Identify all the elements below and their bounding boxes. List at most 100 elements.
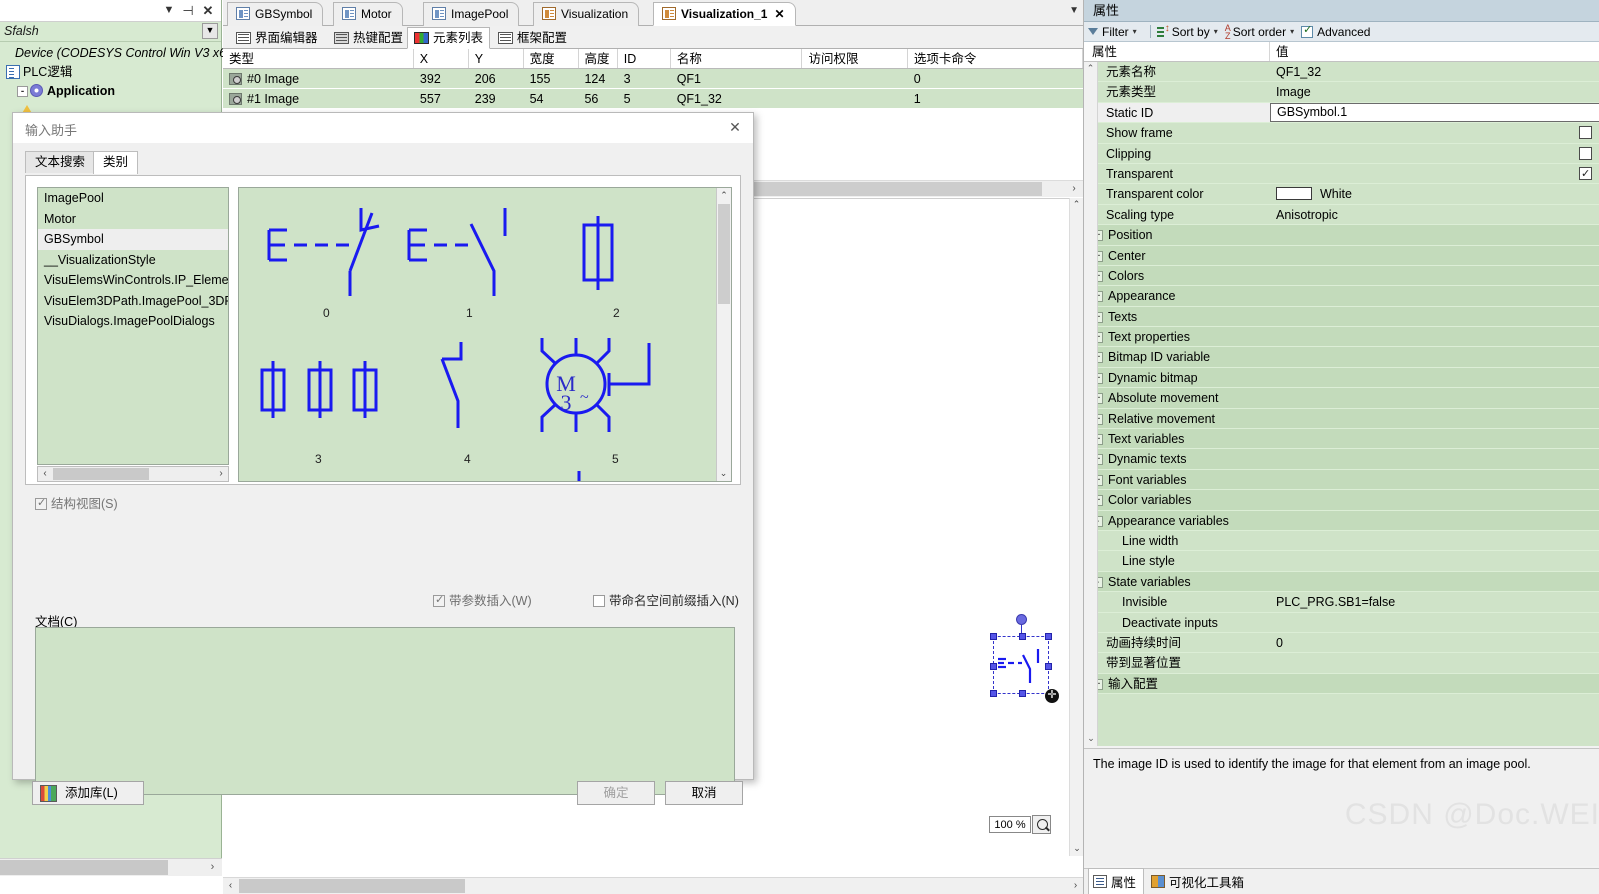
insert-with-namespace-checkbox[interactable]: 带命名空间前缀插入(N)	[593, 590, 739, 609]
list-item[interactable]: ImagePool	[38, 188, 228, 209]
panel-dropdown-icon[interactable]: ▼	[161, 3, 177, 19]
property-row-element-name[interactable]: 元素名称 QF1_32	[1084, 62, 1599, 83]
scroll-down-arrow-icon[interactable]: ⌄	[717, 466, 730, 481]
subtab-element-list[interactable]: 元素列表	[407, 27, 491, 49]
checkbox-icon[interactable]	[433, 593, 445, 607]
properties-grid[interactable]: 元素名称 QF1_32 元素类型 Image Static ID GBSymbol.1…	[1084, 62, 1599, 746]
tree-item-application[interactable]: - Application	[3, 82, 221, 101]
scroll-thumb[interactable]	[718, 204, 730, 304]
color-swatch[interactable]	[1276, 187, 1312, 201]
scroll-right-arrow-icon[interactable]: ›	[1068, 878, 1083, 894]
property-group-colors[interactable]: +Colors	[1084, 265, 1599, 287]
bottom-tab-properties[interactable]: 属性	[1088, 868, 1145, 894]
property-group-texts[interactable]: +Texts	[1084, 306, 1599, 328]
property-group-appearance[interactable]: +Appearance	[1084, 286, 1599, 307]
property-value[interactable]: 0	[1270, 633, 1599, 652]
tree-item-plc-logic[interactable]: PLC逻辑	[3, 63, 221, 82]
property-row-transparent[interactable]: Transparent	[1084, 164, 1599, 185]
list-item[interactable]: VisuDialogs.ImagePoolDialogs	[38, 311, 228, 332]
property-row-line-style[interactable]: Line style	[1084, 551, 1599, 572]
panel-pin-icon[interactable]: ⊣	[180, 3, 196, 19]
sort-order-button[interactable]: A Z Sort order ▾	[1225, 23, 1294, 40]
tab-category[interactable]: 类别	[93, 151, 139, 174]
column-header-y[interactable]: Y	[469, 49, 524, 68]
checkbox-icon[interactable]	[35, 496, 47, 510]
resize-handle-n[interactable]	[1019, 633, 1026, 640]
property-value[interactable]	[1270, 613, 1599, 632]
list-item[interactable]: __VisualizationStyle	[38, 250, 228, 271]
property-row-deactivate-inputs[interactable]: Deactivate inputs	[1084, 612, 1599, 633]
property-group-appearance-variables[interactable]: -Appearance variables	[1084, 510, 1599, 531]
selection-box[interactable]	[990, 633, 1052, 697]
property-row-clipping[interactable]: Clipping	[1084, 144, 1599, 164]
subtab-interface-editor[interactable]: 界面编辑器	[229, 27, 325, 49]
list-item[interactable]: VisuElemsWinControls.IP_ElementImag	[38, 270, 228, 291]
panel-close-icon[interactable]: ✕	[200, 3, 216, 19]
table-row[interactable]: #1 Image 557 239 54 56 5 QF1_32 1	[223, 89, 1083, 109]
property-group-state-variables[interactable]: -State variables	[1084, 571, 1599, 593]
category-list-hscrollbar[interactable]: ‹ ›	[37, 466, 229, 482]
insert-with-params-checkbox[interactable]: 带参数插入(W)	[433, 590, 532, 609]
tab-motor[interactable]: Motor	[333, 2, 403, 26]
resize-handle-nw[interactable]	[990, 633, 997, 640]
scroll-right-arrow-icon[interactable]: ›	[1067, 181, 1081, 197]
scroll-left-arrow-icon[interactable]: ‹	[223, 878, 238, 894]
struct-view-checkbox[interactable]: 结构视图(S)	[35, 493, 118, 512]
expander-icon[interactable]: -	[17, 86, 28, 97]
table-row[interactable]: #0 Image 392 206 155 124 3 QF1 0	[223, 69, 1083, 89]
property-group-color-variables[interactable]: +Color variables	[1084, 490, 1599, 511]
chevron-down-icon[interactable]: ▾	[1290, 27, 1294, 36]
list-item[interactable]: Motor	[38, 209, 228, 230]
canvas-vscrollbar[interactable]: ⌃ ⌄	[1069, 198, 1083, 856]
scroll-thumb[interactable]	[53, 468, 149, 480]
property-group-position[interactable]: +Position	[1084, 225, 1599, 246]
filter-button[interactable]: Filter ▾	[1088, 25, 1137, 39]
tab-visualization-1[interactable]: Visualization_1 ✕	[653, 2, 796, 26]
symbol-gallery[interactable]: M 3 ~ 0 1 2 3 4 5 ⌃ ⌄	[238, 187, 732, 482]
resize-handle-ne[interactable]	[1045, 633, 1052, 640]
subtab-frame-config[interactable]: 框架配置	[491, 27, 574, 49]
resize-handle-s[interactable]	[1019, 690, 1026, 697]
scroll-up-arrow-icon[interactable]: ⌃	[1070, 198, 1083, 212]
property-row-animation-duration[interactable]: 动画持续时间 0	[1084, 632, 1599, 654]
sort-by-button[interactable]: Sort by ▾	[1156, 23, 1218, 39]
rotation-handle[interactable]	[1016, 614, 1027, 625]
checkbox-icon[interactable]	[1579, 126, 1592, 140]
property-value[interactable]	[1270, 531, 1599, 550]
property-row-scaling-type[interactable]: Scaling type Anisotropic	[1084, 205, 1599, 226]
property-group-dynamic-bitmap[interactable]: +Dynamic bitmap	[1084, 367, 1599, 389]
bottom-tab-toolbox[interactable]: 可视化工具箱	[1147, 869, 1251, 894]
selected-element[interactable]: ✛	[990, 614, 1059, 709]
property-group-bitmap-id-variable[interactable]: +Bitmap ID variable	[1084, 347, 1599, 368]
checkbox-icon[interactable]	[1579, 146, 1592, 160]
property-group-absolute-movement[interactable]: +Absolute movement	[1084, 388, 1599, 409]
close-icon[interactable]: ✕	[725, 118, 745, 138]
tree-item-device[interactable]: Device (CODESYS Control Win V3 x64)	[3, 44, 237, 63]
property-group-text-properties[interactable]: +Text properties	[1084, 327, 1599, 348]
close-icon[interactable]: ✕	[774, 7, 784, 21]
tab-imagepool[interactable]: ImagePool	[423, 2, 520, 26]
property-group-input-config[interactable]: +输入配置	[1084, 673, 1599, 695]
scroll-right-arrow-icon[interactable]: ›	[205, 860, 220, 875]
column-header-height[interactable]: 高度	[579, 49, 618, 68]
property-group-center[interactable]: +Center	[1084, 245, 1599, 266]
tabstrip-dropdown-icon[interactable]: ▼	[1069, 5, 1079, 16]
resize-handle-w[interactable]	[990, 663, 997, 670]
canvas-hscrollbar[interactable]: ‹ ›	[223, 877, 1083, 894]
property-row-element-type[interactable]: 元素类型 Image	[1084, 82, 1599, 103]
column-header-name[interactable]: 名称	[671, 49, 803, 68]
checkbox-icon[interactable]	[593, 595, 605, 607]
symbol-gallery-vscrollbar[interactable]: ⌃ ⌄	[716, 188, 731, 481]
left-panel-hscrollbar[interactable]: ›	[0, 858, 222, 876]
resize-handle-sw[interactable]	[990, 690, 997, 697]
property-value[interactable]: PLC_PRG.SB1=false	[1270, 592, 1599, 611]
tab-visualization[interactable]: Visualization	[533, 2, 640, 26]
property-row-bring-to-front[interactable]: 带到显著位置	[1084, 653, 1599, 674]
chevron-down-icon[interactable]: ▾	[1133, 27, 1137, 36]
zoom-value[interactable]: 100 %	[989, 816, 1031, 833]
tab-gbsymbol[interactable]: GBSymbol	[227, 2, 324, 26]
column-header-x[interactable]: X	[414, 49, 469, 68]
list-item-selected[interactable]: GBSymbol	[38, 229, 228, 250]
property-row-transparent-color[interactable]: Transparent color White	[1084, 184, 1599, 205]
scroll-right-arrow-icon[interactable]: ›	[214, 467, 228, 481]
